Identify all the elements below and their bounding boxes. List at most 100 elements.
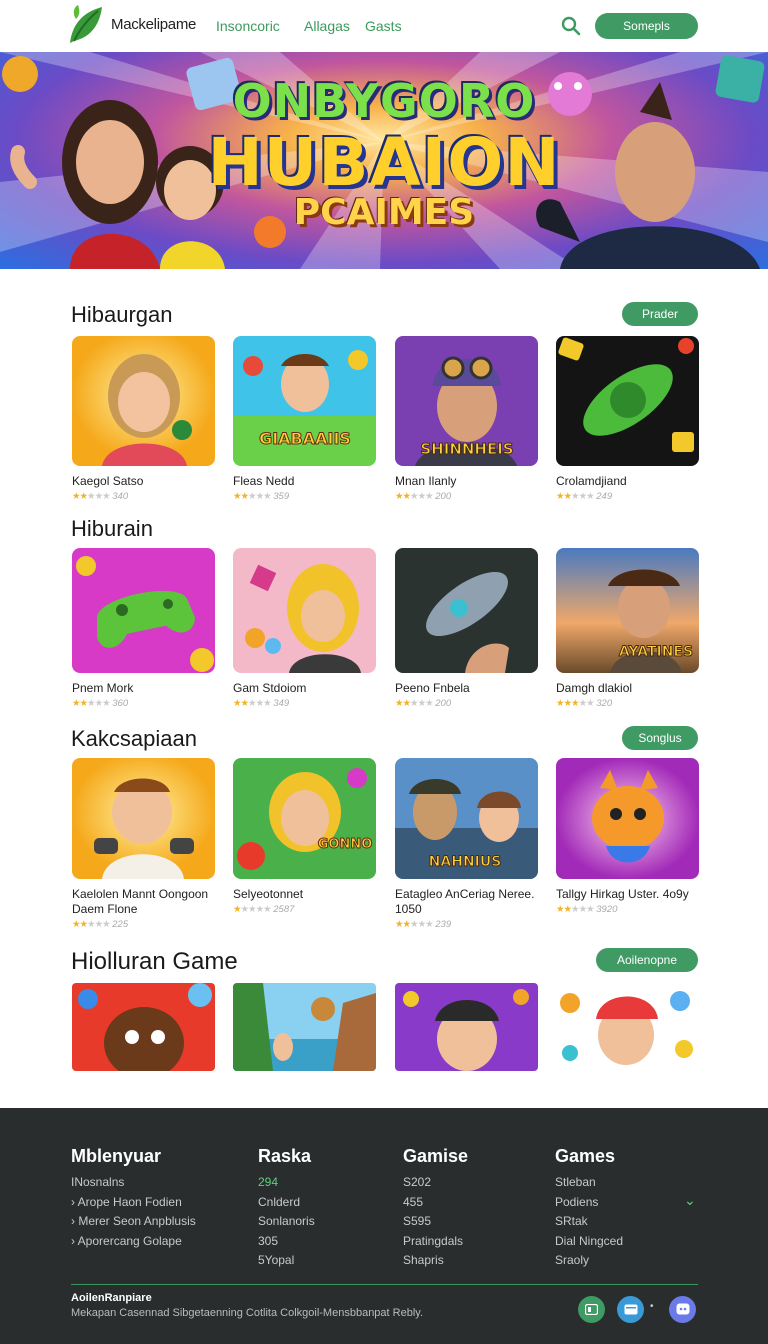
game-thumbnail[interactable] bbox=[556, 983, 699, 1071]
game-thumbnail[interactable]: GONNO bbox=[233, 758, 376, 879]
footer-heading: Raska bbox=[258, 1146, 312, 1166]
footer-link[interactable]: › Arope Haon Fodien bbox=[71, 1193, 196, 1213]
game-thumbnail[interactable] bbox=[72, 548, 215, 673]
game-card[interactable] bbox=[395, 983, 538, 1071]
game-thumbnail[interactable]: NAHNIUS bbox=[395, 758, 538, 879]
game-rating: ★★★★★ 2587 bbox=[233, 904, 295, 915]
game-rating: ★★★★★ 340 bbox=[72, 491, 129, 502]
game-card[interactable] bbox=[72, 983, 215, 1071]
star-rating-icon: ★★★★★ bbox=[72, 919, 111, 930]
footer-link[interactable]: 294 bbox=[258, 1173, 315, 1193]
game-thumbnail[interactable] bbox=[556, 336, 699, 466]
footer-copyright: Mekapan Casennad Sibgetaenning Cotlita C… bbox=[71, 1307, 424, 1319]
brand-name[interactable]: Mackelipame bbox=[111, 16, 196, 33]
footer-link[interactable]: SRtak bbox=[555, 1212, 623, 1232]
footer-link[interactable]: Podiens bbox=[555, 1193, 623, 1213]
hero-banner[interactable]: ONBYGORO HUBAION PCAIMES bbox=[0, 52, 768, 269]
svg-text:GONNO: GONNO bbox=[318, 837, 373, 852]
game-thumbnail[interactable]: GIABAAIIS bbox=[233, 336, 376, 466]
game-title[interactable]: Selyeotonnet bbox=[233, 887, 376, 902]
discord-icon[interactable] bbox=[669, 1296, 696, 1323]
svg-text:GIABAAIIS: GIABAAIIS bbox=[259, 429, 351, 448]
game-card[interactable]: SHINNHEIS Mnan Ilanly ★★★★★ 200 bbox=[395, 336, 538, 502]
footer-link[interactable]: Dial Ningced bbox=[555, 1232, 623, 1252]
game-thumbnail[interactable] bbox=[233, 548, 376, 673]
section-more-button[interactable]: Songlus bbox=[622, 726, 698, 750]
footer-link[interactable]: 305 bbox=[258, 1232, 315, 1252]
game-thumbnail[interactable] bbox=[72, 336, 215, 466]
star-rating-icon: ★★★★★ bbox=[556, 904, 595, 915]
game-card[interactable]: Kaegol Satso ★★★★★ 340 bbox=[72, 336, 215, 502]
footer-link[interactable]: Shapris bbox=[403, 1251, 468, 1271]
footer-heading: Mblenyuar bbox=[71, 1146, 162, 1166]
leaf-logo-icon[interactable] bbox=[66, 3, 106, 45]
game-title[interactable]: Damgh dlakiol bbox=[556, 681, 699, 696]
game-title[interactable]: Fleas Nedd bbox=[233, 474, 376, 489]
game-card[interactable]: AYATINES Damgh dlakiol ★★★★★ 320 bbox=[556, 548, 699, 709]
footer-link[interactable]: Sraoly bbox=[555, 1251, 623, 1271]
game-thumbnail[interactable] bbox=[233, 983, 376, 1071]
footer-link[interactable]: 455 bbox=[403, 1193, 468, 1213]
star-rating-icon: ★★★★★ bbox=[556, 491, 595, 502]
game-rating: ★★★★★ 349 bbox=[233, 698, 290, 709]
footer-link[interactable]: S202 bbox=[403, 1173, 468, 1193]
section-more-button[interactable]: Aoilenopne bbox=[596, 948, 698, 972]
game-thumbnail[interactable] bbox=[72, 983, 215, 1071]
game-card[interactable]: Tallgy Hirkag Uster. 4o9y ★★★★★ 3920 bbox=[556, 758, 699, 915]
game-title[interactable]: Crolamdjiand bbox=[556, 474, 699, 489]
game-thumbnail[interactable] bbox=[556, 758, 699, 879]
footer-link[interactable]: S595 bbox=[403, 1212, 468, 1232]
game-title[interactable]: Peeno Fnbela bbox=[395, 681, 538, 696]
game-thumbnail[interactable] bbox=[395, 548, 538, 673]
game-title[interactable]: Kaegol Satso bbox=[72, 474, 215, 489]
game-title[interactable]: Gam Stdoiom bbox=[233, 681, 376, 696]
game-title[interactable]: Eatagleo AnCeriag Neree. 1050 bbox=[395, 887, 538, 917]
message-icon[interactable] bbox=[617, 1296, 644, 1323]
footer-column: Mblenyuar INosnalns › Arope Haon Fodien … bbox=[71, 1146, 196, 1251]
hero-title-line-3: PCAIMES bbox=[293, 192, 475, 233]
game-card[interactable]: Gam Stdoiom ★★★★★ 349 bbox=[233, 548, 376, 709]
footer-link[interactable]: Pratingdals bbox=[403, 1232, 468, 1252]
star-rating-icon: ★★★★★ bbox=[233, 491, 272, 502]
search-icon[interactable] bbox=[561, 16, 581, 36]
footer-link[interactable]: › Aporercang Golape bbox=[71, 1232, 196, 1252]
star-rating-icon: ★★★★★ bbox=[233, 698, 272, 709]
game-card[interactable]: GIABAAIIS Fleas Nedd ★★★★★ 359 bbox=[233, 336, 376, 502]
svg-text:AYATINES: AYATINES bbox=[619, 644, 693, 660]
game-thumbnail[interactable] bbox=[395, 983, 538, 1071]
game-card[interactable] bbox=[556, 983, 699, 1071]
game-rating: ★★★★★ 360 bbox=[72, 698, 129, 709]
game-thumbnail[interactable]: SHINNHEIS bbox=[395, 336, 538, 466]
footer-divider bbox=[71, 1284, 698, 1285]
game-card[interactable]: Peeno Fnbela ★★★★★ 200 bbox=[395, 548, 538, 709]
game-title[interactable]: Mnan Ilanly bbox=[395, 474, 538, 489]
game-thumbnail[interactable] bbox=[72, 758, 215, 879]
section-more-button[interactable]: Prader bbox=[622, 302, 698, 326]
game-thumbnail[interactable]: AYATINES bbox=[556, 548, 699, 673]
game-card[interactable]: Kaelolen Mannt Oongoon Daem Flone ★★★★★ … bbox=[72, 758, 215, 930]
game-title[interactable]: Pnem Mork bbox=[72, 681, 215, 696]
footer-link[interactable]: Stleban bbox=[555, 1173, 623, 1193]
footer-link[interactable]: Cnlderd bbox=[258, 1193, 315, 1213]
footer-link[interactable]: › Merer Seon Anpblusis bbox=[71, 1212, 196, 1232]
game-card[interactable]: GONNO Selyeotonnet ★★★★★ 2587 bbox=[233, 758, 376, 915]
game-card[interactable]: Crolamdjiand ★★★★★ 249 bbox=[556, 336, 699, 502]
game-card[interactable]: NAHNIUS Eatagleo AnCeriag Neree. 1050 ★★… bbox=[395, 758, 538, 930]
nav-link-2[interactable]: Allagas bbox=[304, 18, 350, 34]
chevron-right-icon: › bbox=[71, 1194, 75, 1209]
nav-link-3[interactable]: Gasts bbox=[365, 18, 402, 34]
footer-column: Gamise S202 455 S595 Pratingdals Shapris bbox=[403, 1146, 468, 1271]
game-card[interactable] bbox=[233, 983, 376, 1071]
header-cta-button[interactable]: Somepls bbox=[595, 13, 698, 39]
chevron-down-icon[interactable]: ⌄ bbox=[684, 1192, 696, 1209]
nav-link-1[interactable]: Insoncoric bbox=[216, 18, 280, 34]
footer-link[interactable]: Sonlanoris bbox=[258, 1212, 315, 1232]
footer-link[interactable]: INosnalns bbox=[71, 1173, 196, 1193]
game-title[interactable]: Kaelolen Mannt Oongoon Daem Flone bbox=[72, 887, 215, 917]
game-title[interactable]: Tallgy Hirkag Uster. 4o9y bbox=[556, 887, 699, 902]
social-link-icon[interactable] bbox=[578, 1296, 605, 1323]
game-card[interactable]: Pnem Mork ★★★★★ 360 bbox=[72, 548, 215, 709]
star-rating-icon: ★★★★★ bbox=[395, 919, 434, 930]
footer-link[interactable]: 5Yopal bbox=[258, 1251, 315, 1271]
section-title: Hiburain bbox=[71, 516, 153, 541]
